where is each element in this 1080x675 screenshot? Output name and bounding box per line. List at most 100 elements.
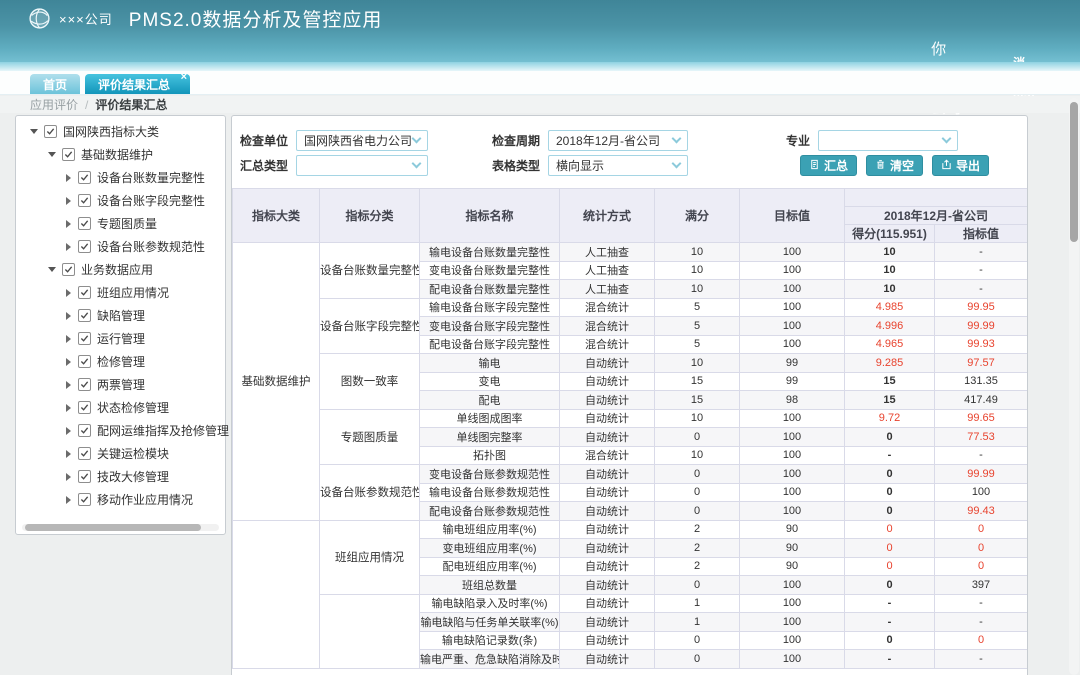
target-value-cell: 90 (740, 520, 845, 539)
tree-expand-icon[interactable] (30, 129, 38, 134)
tree-item[interactable]: 两票管理 (26, 373, 223, 396)
full-score-cell: 0 (655, 576, 740, 595)
indicator-value-cell: 99.43 (935, 502, 1028, 521)
tree-expand-icon[interactable] (48, 267, 56, 272)
table-type-select[interactable]: 横向显示 (548, 155, 688, 176)
tree-collapse-icon[interactable] (66, 312, 71, 320)
check-period-select[interactable]: 2018年12月-省公司 (548, 130, 688, 151)
table-row: 设备台账字段完整性输电设备台账字段完整性混合统计51004.98599.95 (233, 298, 1028, 317)
indicator-value-cell: 100 (935, 483, 1028, 502)
category-cell: 基础数据维护 (233, 243, 320, 521)
tree-item[interactable]: 运行管理 (26, 327, 223, 350)
tab-home[interactable]: 首页 (30, 74, 80, 94)
tree-collapse-icon[interactable] (66, 197, 71, 205)
tab-close-icon[interactable]: × (181, 72, 187, 83)
summary-type-select[interactable] (296, 155, 428, 176)
tree-checkbox-checked[interactable] (78, 424, 91, 437)
col-header-score: 得分(115.951) (845, 225, 935, 243)
tree-checkbox-checked[interactable] (78, 286, 91, 299)
tree-checkbox-checked[interactable] (78, 493, 91, 506)
stat-method-cell: 自动统计 (560, 576, 655, 595)
tree-item[interactable]: 专题图质量 (26, 212, 223, 235)
target-value-cell: 100 (740, 650, 845, 669)
tree-item[interactable]: 业务数据应用 (26, 258, 223, 281)
tree-collapse-icon[interactable] (66, 496, 71, 504)
indicator-name-cell: 配电设备台账数量完整性 (420, 280, 560, 299)
tree-item[interactable]: 检修管理 (26, 350, 223, 373)
tree-checkbox-checked[interactable] (78, 240, 91, 253)
select-value: 2018年12月-省公司 (556, 132, 660, 149)
tree-item-label: 技改大修管理 (97, 468, 169, 485)
score-cell: 0 (845, 465, 935, 484)
tree-collapse-icon[interactable] (66, 404, 71, 412)
tree-item[interactable]: 设备台账数量完整性 (26, 166, 223, 189)
target-value-cell: 100 (740, 465, 845, 484)
summarize-button[interactable]: 汇总 (800, 155, 857, 176)
tree-collapse-icon[interactable] (66, 289, 71, 297)
tree-collapse-icon[interactable] (66, 174, 71, 182)
sidebar-hscrollbar[interactable] (22, 524, 219, 531)
full-score-cell: 1 (655, 594, 740, 613)
score-cell: 9.285 (845, 354, 935, 373)
tree-checkbox-checked[interactable] (78, 194, 91, 207)
tree-checkbox-checked[interactable] (78, 355, 91, 368)
indicator-name-cell: 变电 (420, 372, 560, 391)
tree-item[interactable]: 基础数据维护 (26, 143, 223, 166)
tree-collapse-icon[interactable] (66, 427, 71, 435)
tree-item[interactable]: 技改大修管理 (26, 465, 223, 488)
tree-collapse-icon[interactable] (66, 450, 71, 458)
tree-checkbox-checked[interactable] (78, 332, 91, 345)
tree-checkbox-checked[interactable] (62, 263, 75, 276)
tree-checkbox-checked[interactable] (78, 401, 91, 414)
tree-checkbox-checked[interactable] (78, 217, 91, 230)
tree-item[interactable]: 班组应用情况 (26, 281, 223, 304)
indicator-value-cell: 417.49 (935, 391, 1028, 410)
tree-item[interactable]: 配网运维指挥及抢修管理 (26, 419, 223, 442)
tree-collapse-icon[interactable] (66, 220, 71, 228)
tree-checkbox-checked[interactable] (62, 148, 75, 161)
tab-eval-summary[interactable]: 评价结果汇总× (85, 74, 190, 94)
tree-item[interactable]: 缺陷管理 (26, 304, 223, 327)
score-cell: 0 (845, 428, 935, 447)
tree-checkbox-checked[interactable] (78, 309, 91, 322)
tree-item[interactable]: 移动作业应用情况 (26, 488, 223, 511)
major-select[interactable] (818, 130, 958, 151)
check-unit-select[interactable]: 国网陕西省电力公司 (296, 130, 428, 151)
tree-checkbox-checked[interactable] (78, 171, 91, 184)
indicator-name-cell: 输电缺陷记录数(条) (420, 631, 560, 650)
filter-label: 检查单位 (236, 132, 288, 149)
breadcrumb-parent[interactable]: 应用评价 (30, 96, 78, 113)
full-score-cell: 10 (655, 261, 740, 280)
tree-checkbox-checked[interactable] (78, 470, 91, 483)
tree-collapse-icon[interactable] (66, 335, 71, 343)
main-vscrollbar[interactable] (1069, 98, 1079, 675)
tree-collapse-icon[interactable] (66, 473, 71, 481)
tree-collapse-icon[interactable] (66, 243, 71, 251)
tree-item-label: 关键运检模块 (97, 445, 169, 462)
indicator-value-cell: - (935, 243, 1028, 262)
tree-item[interactable]: 设备台账字段完整性 (26, 189, 223, 212)
tree-checkbox-checked[interactable] (78, 378, 91, 391)
tree-expand-icon[interactable] (48, 152, 56, 157)
tree-item[interactable]: 状态检修管理 (26, 396, 223, 419)
full-score-cell: 0 (655, 650, 740, 669)
stat-method-cell: 混合统计 (560, 298, 655, 317)
main-vscrollbar-thumb[interactable] (1070, 102, 1078, 242)
tree-checkbox-checked[interactable] (78, 447, 91, 460)
clear-button[interactable]: 清空 (866, 155, 923, 176)
tree-item[interactable]: 关键运检模块 (26, 442, 223, 465)
export-icon (941, 159, 956, 173)
tree-item[interactable]: 设备台账参数规范性 (26, 235, 223, 258)
tree-checkbox-checked[interactable] (44, 125, 57, 138)
tree-collapse-icon[interactable] (66, 381, 71, 389)
export-button[interactable]: 导出 (932, 155, 989, 176)
full-score-cell: 0 (655, 631, 740, 650)
tree-item[interactable]: 国网陕西指标大类 (26, 120, 223, 143)
full-score-cell: 5 (655, 317, 740, 336)
indicator-name-cell: 输电设备台账参数规范性 (420, 483, 560, 502)
indicator-name-cell: 变电设备台账数量完整性 (420, 261, 560, 280)
sidebar-hscrollbar-thumb[interactable] (25, 524, 201, 531)
indicator-value-cell: 397 (935, 576, 1028, 595)
target-value-cell: 100 (740, 631, 845, 650)
tree-collapse-icon[interactable] (66, 358, 71, 366)
